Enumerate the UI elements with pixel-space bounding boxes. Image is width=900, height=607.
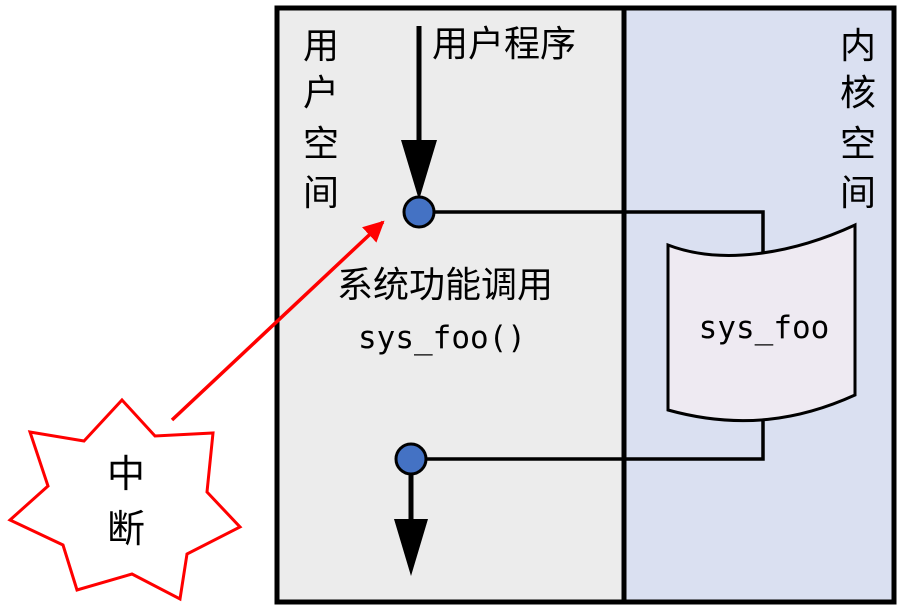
- interrupt-starburst: [7, 397, 243, 602]
- syscall-label: 系统功能调用: [337, 265, 553, 306]
- user-program-label: 用户程序: [432, 24, 576, 65]
- kernel-space-char: 间: [840, 173, 876, 214]
- interrupt-char: 断: [107, 507, 145, 551]
- diagram-canvas: 用 户 空 间 内 核 空 间 用户程序 sys_foo 系统功能调用 sys_…: [0, 0, 900, 607]
- syscall-entry-node: [402, 195, 436, 229]
- kernel-function-label: sys_foo: [699, 310, 830, 346]
- kernel-space-char: 核: [840, 73, 876, 114]
- user-space-char: 空: [303, 124, 339, 165]
- syscall-func-label: sys_foo(): [358, 320, 526, 356]
- syscall-diagram: 用 户 空 间 内 核 空 间 用户程序 sys_foo 系统功能调用 sys_…: [7, 5, 897, 605]
- user-space-char: 户: [303, 73, 339, 114]
- kernel-space-char: 内: [840, 26, 876, 67]
- user-space-char: 用: [303, 26, 339, 67]
- interrupt-char: 中: [107, 452, 145, 496]
- syscall-return-node: [394, 442, 428, 476]
- kernel-space-char: 空: [840, 124, 876, 165]
- user-space-char: 间: [303, 173, 339, 214]
